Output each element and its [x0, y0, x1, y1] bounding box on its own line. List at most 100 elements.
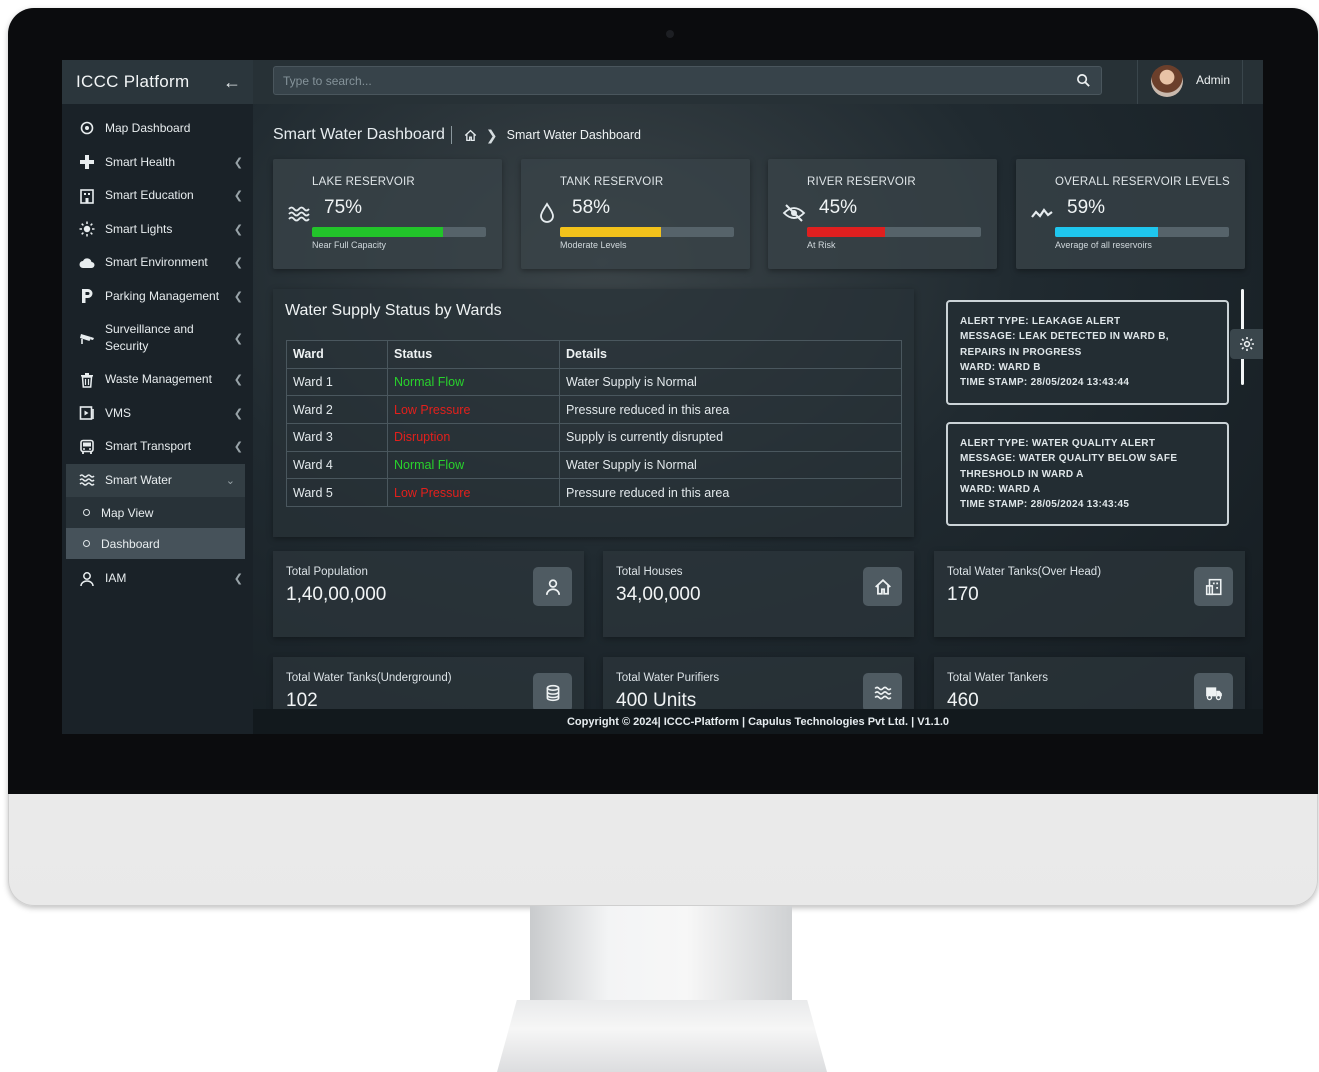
- reservoir-card-lake: LAKE RESERVOIR 75% Near Full Capacity: [273, 159, 502, 269]
- sidebar-item-label: Smart Environment: [105, 255, 208, 270]
- sidebar-item-surveillance[interactable]: Surveillance and Security ❮: [62, 313, 253, 363]
- stat-value: 170: [947, 584, 979, 605]
- page-title: Smart Water Dashboard: [273, 126, 445, 143]
- smart-water-submenu: Map View Dashboard: [66, 497, 245, 559]
- sidebar-subitem-map-view[interactable]: Map View: [66, 497, 245, 528]
- cctv-camera-icon: [78, 329, 96, 347]
- sidebar-item-vms[interactable]: VMS ❮: [62, 397, 253, 431]
- reservoir-card-tank: TANK RESERVOIR 58% Moderate Levels: [521, 159, 750, 269]
- cloud-icon: [78, 254, 96, 272]
- chevron-left-icon: ❮: [233, 407, 243, 420]
- alert-message: MESSAGE: WATER QUALITY BELOW SAFE THRESH…: [960, 453, 1178, 480]
- panel-title: Water Supply Status by Wards: [285, 302, 502, 319]
- user-name[interactable]: Admin: [1196, 73, 1230, 87]
- gear-icon: [1239, 337, 1254, 351]
- alert-ward: WARD: WARD B: [960, 361, 1041, 373]
- alert-ward: WARD: WARD A: [960, 483, 1041, 495]
- column-header: Details: [559, 340, 902, 369]
- alert-card-water-quality[interactable]: ALERT TYPE: WATER QUALITY ALERT MESSAGE:…: [946, 422, 1229, 526]
- stat-label: Total Water Tanks(Over Head): [947, 566, 1102, 578]
- reservoir-progress-bar: [560, 227, 734, 237]
- stat-label: Total Houses: [616, 566, 683, 578]
- topbar: Admin: [253, 60, 1263, 104]
- sidebar-item-smart-water[interactable]: Smart Water ⌄: [66, 463, 245, 497]
- alert-type: ALERT TYPE: WATER QUALITY ALERT: [960, 438, 1156, 449]
- stat-label: Total Population: [286, 566, 368, 578]
- sidebar-item-smart-health[interactable]: Smart Health ❮: [62, 146, 253, 180]
- collapse-arrow-icon[interactable]: ←: [223, 72, 241, 93]
- stat-value: 34,00,000: [616, 584, 701, 605]
- column-header: Status: [387, 340, 560, 369]
- reservoir-note: Average of all reservoirs: [1055, 240, 1152, 250]
- sidebar-subitem-label: Map View: [101, 505, 154, 520]
- stat-label: Total Water Purifiers: [616, 672, 720, 684]
- reservoir-note: Moderate Levels: [560, 240, 627, 250]
- avatar[interactable]: [1151, 65, 1183, 97]
- sidebar-subitem-dashboard[interactable]: Dashboard: [66, 528, 245, 559]
- sidebar-item-smart-transport[interactable]: Smart Transport ❮: [62, 430, 253, 464]
- sidebar-item-waste-management[interactable]: Waste Management ❮: [62, 363, 253, 397]
- eye-slash-icon: [782, 204, 806, 222]
- sidebar-item-smart-education[interactable]: Smart Education ❮: [62, 179, 253, 213]
- ward-cell: Ward 3: [286, 423, 388, 452]
- footer: Copyright © 2024| ICCC-Platform | Capulu…: [253, 709, 1263, 734]
- bus-icon: [78, 438, 96, 456]
- waves-icon: [863, 673, 902, 712]
- stat-label: Total Water Tanks(Underground): [286, 672, 452, 684]
- sidebar-item-label: Parking Management: [105, 288, 220, 303]
- chevron-left-icon: ❮: [233, 257, 243, 270]
- stat-card-houses: Total Houses 34,00,000: [603, 551, 914, 637]
- circle-icon: [83, 540, 90, 547]
- stat-card-population: Total Population 1,40,00,000: [273, 551, 584, 637]
- sidebar-item-label: IAM: [105, 571, 127, 586]
- reservoir-progress-fill: [560, 227, 661, 237]
- building-icon: [1194, 567, 1233, 606]
- reservoir-title: OVERALL RESERVOIR LEVELS: [1055, 176, 1230, 188]
- trash-icon: [78, 371, 96, 389]
- divider: [450, 126, 452, 144]
- sidebar-item-label: Smart Lights: [105, 221, 173, 236]
- search-input[interactable]: [274, 67, 1101, 94]
- status-cell: Normal Flow: [387, 450, 560, 480]
- sidebar-item-label: Smart Education: [105, 188, 194, 203]
- camera-dot: [666, 30, 674, 38]
- ward-status-panel: Water Supply Status by Wards Ward Status…: [273, 289, 914, 537]
- sidebar-item-smart-environment[interactable]: Smart Environment ❮: [62, 246, 253, 280]
- chevron-right-icon: ❯: [485, 126, 498, 143]
- sidebar-item-iam[interactable]: IAM ❮: [62, 562, 253, 596]
- details-cell: Supply is currently disrupted: [559, 423, 902, 452]
- table-row: Ward 2 Low Pressure Pressure reduced in …: [286, 395, 902, 425]
- settings-button[interactable]: [1230, 329, 1263, 359]
- sidebar-item-parking-management[interactable]: Parking Management ❮: [62, 280, 253, 314]
- water-waves-icon: [78, 471, 96, 489]
- ward-status-table: Ward Status Details Ward 1 Normal Flow W…: [286, 340, 902, 508]
- reservoir-value: 75%: [324, 197, 363, 218]
- sidebar-subitem-label: Dashboard: [101, 536, 160, 551]
- school-icon: [78, 187, 96, 205]
- alerts-panel: ALERT TYPE: LEAKAGE ALERT MESSAGE: LEAK …: [933, 289, 1248, 537]
- reservoir-value: 59%: [1067, 197, 1106, 218]
- search-box: [273, 66, 1102, 95]
- sidebar-item-smart-lights[interactable]: Smart Lights ❮: [62, 213, 253, 247]
- reservoir-progress-fill: [1055, 227, 1158, 237]
- search-icon[interactable]: [1076, 73, 1091, 88]
- chevron-left-icon: ❮: [233, 441, 243, 454]
- reservoir-progress-fill: [807, 227, 886, 237]
- home-icon[interactable]: [464, 129, 477, 142]
- alert-type: ALERT TYPE: LEAKAGE ALERT: [960, 316, 1121, 327]
- stat-value: 1,40,00,000: [286, 584, 387, 605]
- circle-icon: [83, 509, 90, 516]
- reservoir-progress-bar: [1055, 227, 1229, 237]
- reservoir-note: At Risk: [807, 240, 836, 250]
- sidebar-item-map-dashboard[interactable]: Map Dashboard: [62, 112, 253, 146]
- breadcrumb-current[interactable]: Smart Water Dashboard: [507, 128, 641, 142]
- status-cell: Disruption: [387, 423, 560, 452]
- sidebar-item-label: Surveillance and Security: [105, 322, 194, 353]
- stat-label: Total Water Tankers: [947, 672, 1048, 684]
- sidebar-item-label: Waste Management: [105, 372, 212, 387]
- home-icon: [863, 567, 902, 606]
- alert-card-leakage[interactable]: ALERT TYPE: LEAKAGE ALERT MESSAGE: LEAK …: [946, 300, 1229, 405]
- reservoir-value: 58%: [572, 197, 611, 218]
- reservoir-title: LAKE RESERVOIR: [312, 176, 415, 188]
- sidebar-item-label: Map Dashboard: [105, 121, 191, 136]
